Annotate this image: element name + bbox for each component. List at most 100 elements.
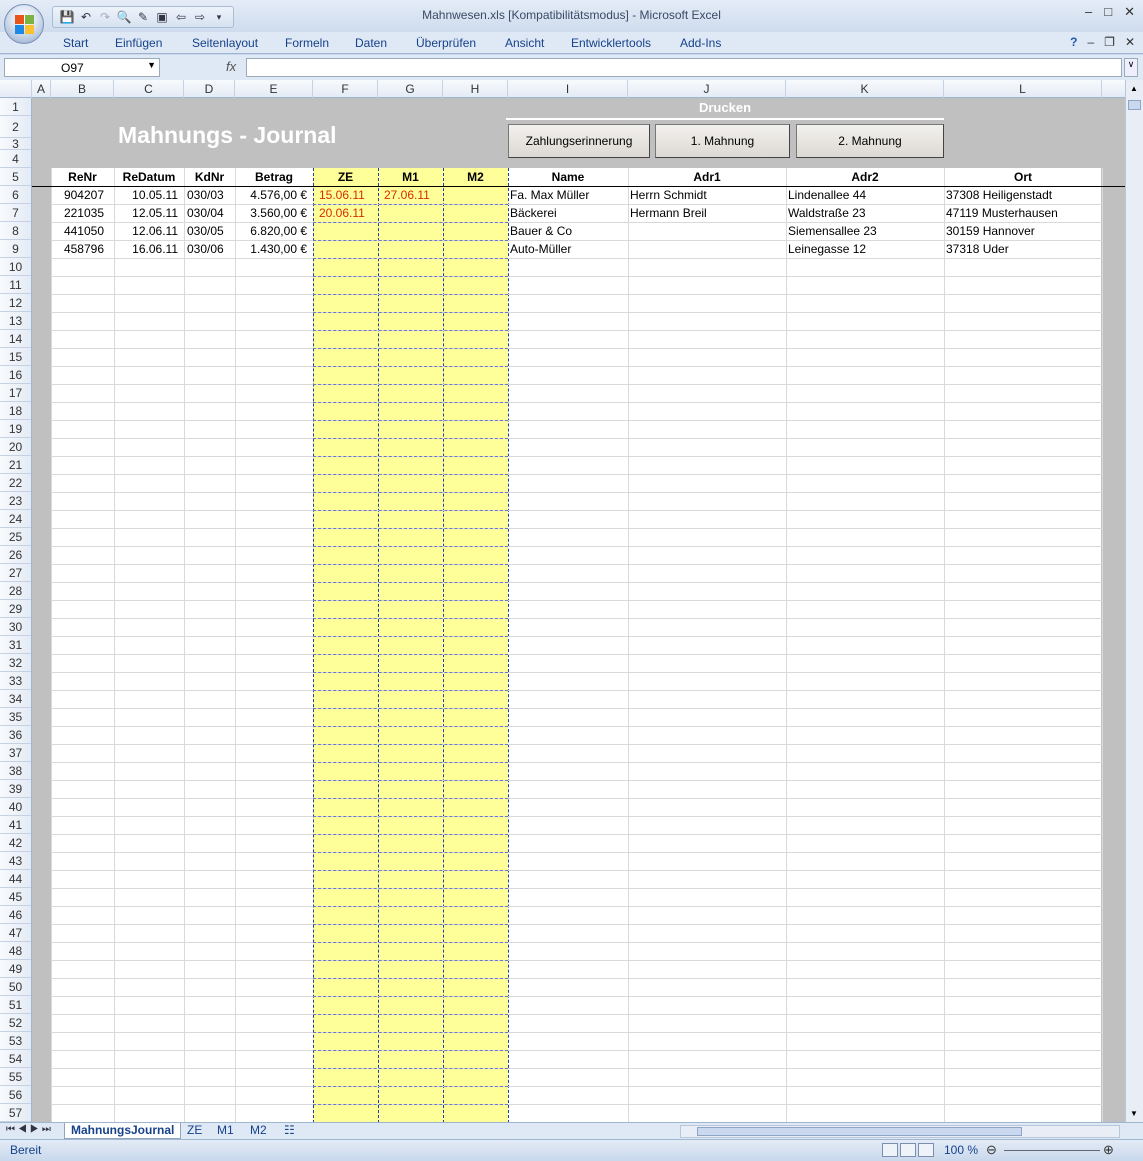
horizontal-scroll-thumb[interactable]	[697, 1127, 1022, 1136]
column-header-d[interactable]: D	[184, 80, 235, 98]
row-header[interactable]: 41	[0, 816, 31, 834]
cell-m2[interactable]	[443, 240, 508, 258]
row-header[interactable]: 38	[0, 762, 31, 780]
cell-m2[interactable]	[443, 222, 508, 240]
row-header[interactable]: 47	[0, 924, 31, 942]
maximize-icon[interactable]: □	[1104, 4, 1112, 20]
cell-redatum[interactable]: 12.06.11	[114, 222, 184, 240]
row-header[interactable]: 9	[0, 240, 31, 258]
row-header[interactable]: 57	[0, 1104, 31, 1122]
row-header[interactable]: 11	[0, 276, 31, 294]
row-header[interactable]: 13	[0, 312, 31, 330]
row-header[interactable]: 7	[0, 204, 31, 222]
back-arrow-icon[interactable]: ⇦	[173, 9, 189, 25]
sheet-tab-mahnungsjournal[interactable]: MahnungsJournal	[64, 1123, 182, 1139]
sheet-tab-m2[interactable]: M2	[244, 1123, 273, 1139]
row-header[interactable]: 21	[0, 456, 31, 474]
vertical-scrollbar[interactable]: ▲ ▼	[1125, 80, 1143, 1122]
row-header[interactable]: 23	[0, 492, 31, 510]
cell-m2[interactable]	[443, 204, 508, 222]
horizontal-scrollbar[interactable]	[680, 1125, 1120, 1138]
workbook-close-icon[interactable]: ✕	[1125, 35, 1135, 49]
cell-redatum[interactable]: 16.06.11	[114, 240, 184, 258]
cell-betrag[interactable]: 6.820,00 €	[235, 222, 313, 240]
row-header[interactable]: 40	[0, 798, 31, 816]
cell-ze[interactable]	[313, 240, 378, 258]
tab-add-ins[interactable]: Add-Ins	[680, 36, 721, 50]
cell-kdnr[interactable]: 030/03	[184, 186, 235, 204]
row-header[interactable]: 5	[0, 168, 31, 186]
row-header[interactable]: 14	[0, 330, 31, 348]
cell-ze[interactable]	[313, 222, 378, 240]
cell-ort[interactable]: 37318 Uder	[944, 240, 1102, 258]
row-header[interactable]: 27	[0, 564, 31, 582]
column-header-l[interactable]: L	[944, 80, 1102, 98]
row-header[interactable]: 34	[0, 690, 31, 708]
function-icon[interactable]: fx	[164, 58, 244, 77]
cell-adr1[interactable]	[628, 240, 786, 258]
zoom-in-icon[interactable]: ⊕	[1103, 1142, 1114, 1158]
row-header[interactable]: 10	[0, 258, 31, 276]
tab-ansicht[interactable]: Ansicht	[505, 36, 544, 50]
cell-redatum[interactable]: 10.05.11	[114, 186, 184, 204]
column-header-f[interactable]: F	[313, 80, 378, 98]
sheet-tab-m1[interactable]: M1	[211, 1123, 240, 1139]
expand-formula-icon[interactable]: ∨	[1124, 58, 1138, 77]
row-header[interactable]: 55	[0, 1068, 31, 1086]
column-header-j[interactable]: J	[628, 80, 786, 98]
cell-m1[interactable]: 27.06.11	[378, 186, 443, 204]
cell-adr1[interactable]: Hermann Breil	[628, 204, 786, 222]
row-header[interactable]: 25	[0, 528, 31, 546]
row-header[interactable]: 31	[0, 636, 31, 654]
column-header-a[interactable]: A	[32, 80, 51, 98]
row-header[interactable]: 43	[0, 852, 31, 870]
cell-name[interactable]: Fa. Max Müller	[508, 186, 628, 204]
row-header[interactable]: 12	[0, 294, 31, 312]
cell-renr[interactable]: 458796	[51, 240, 114, 258]
zoom-out-icon[interactable]: ⊖	[986, 1142, 997, 1158]
customize-dropdown-icon[interactable]: ▾	[211, 9, 227, 25]
cell-kdnr[interactable]: 030/05	[184, 222, 235, 240]
cell-m1[interactable]	[378, 240, 443, 258]
row-header[interactable]: 29	[0, 600, 31, 618]
cell-ort[interactable]: 30159 Hannover	[944, 222, 1102, 240]
tab-start[interactable]: Start	[63, 36, 88, 50]
column-header-g[interactable]: G	[378, 80, 443, 98]
workbook-minimize-icon[interactable]: –	[1087, 35, 1094, 49]
row-header[interactable]: 20	[0, 438, 31, 456]
cell-adr2[interactable]: Lindenallee 44	[786, 186, 944, 204]
name-box[interactable]: O97 ▼	[4, 58, 160, 77]
workbook-restore-icon[interactable]: ❐	[1104, 35, 1115, 49]
mahnung-2-button[interactable]: 2. Mahnung	[796, 124, 944, 158]
row-header[interactable]: 35	[0, 708, 31, 726]
tab-daten[interactable]: Daten	[355, 36, 387, 50]
row-header[interactable]: 4	[0, 150, 31, 168]
row-header[interactable]: 56	[0, 1086, 31, 1104]
zoom-slider[interactable]	[1004, 1150, 1100, 1151]
tab-seitenlayout[interactable]: Seitenlayout	[192, 36, 258, 50]
row-header[interactable]: 46	[0, 906, 31, 924]
row-header[interactable]: 8	[0, 222, 31, 240]
sheet-tab-ze[interactable]: ZE	[181, 1123, 208, 1139]
office-button[interactable]	[4, 4, 44, 44]
row-header[interactable]: 54	[0, 1050, 31, 1068]
tab-entwicklertools[interactable]: Entwicklertools	[571, 36, 651, 50]
row-header[interactable]: 24	[0, 510, 31, 528]
save-icon[interactable]: 💾	[59, 9, 75, 25]
column-header-h[interactable]: H	[443, 80, 508, 98]
formula-input[interactable]	[246, 58, 1122, 77]
row-header[interactable]: 16	[0, 366, 31, 384]
row-header[interactable]: 42	[0, 834, 31, 852]
cell-name[interactable]: Bauer & Co	[508, 222, 628, 240]
cell-adr1[interactable]	[628, 222, 786, 240]
zahlungserinnerung-button[interactable]: Zahlungserinnerung	[508, 124, 650, 158]
vertical-scroll-thumb[interactable]	[1128, 100, 1141, 110]
zoom-level[interactable]: 100 %	[944, 1143, 978, 1157]
row-header[interactable]: 49	[0, 960, 31, 978]
help-icon[interactable]: ?	[1070, 35, 1077, 49]
row-header[interactable]: 45	[0, 888, 31, 906]
close-icon[interactable]: ✕	[1124, 4, 1135, 20]
cell-betrag[interactable]: 3.560,00 €	[235, 204, 313, 222]
select-all-corner[interactable]	[0, 80, 32, 98]
row-header[interactable]: 37	[0, 744, 31, 762]
